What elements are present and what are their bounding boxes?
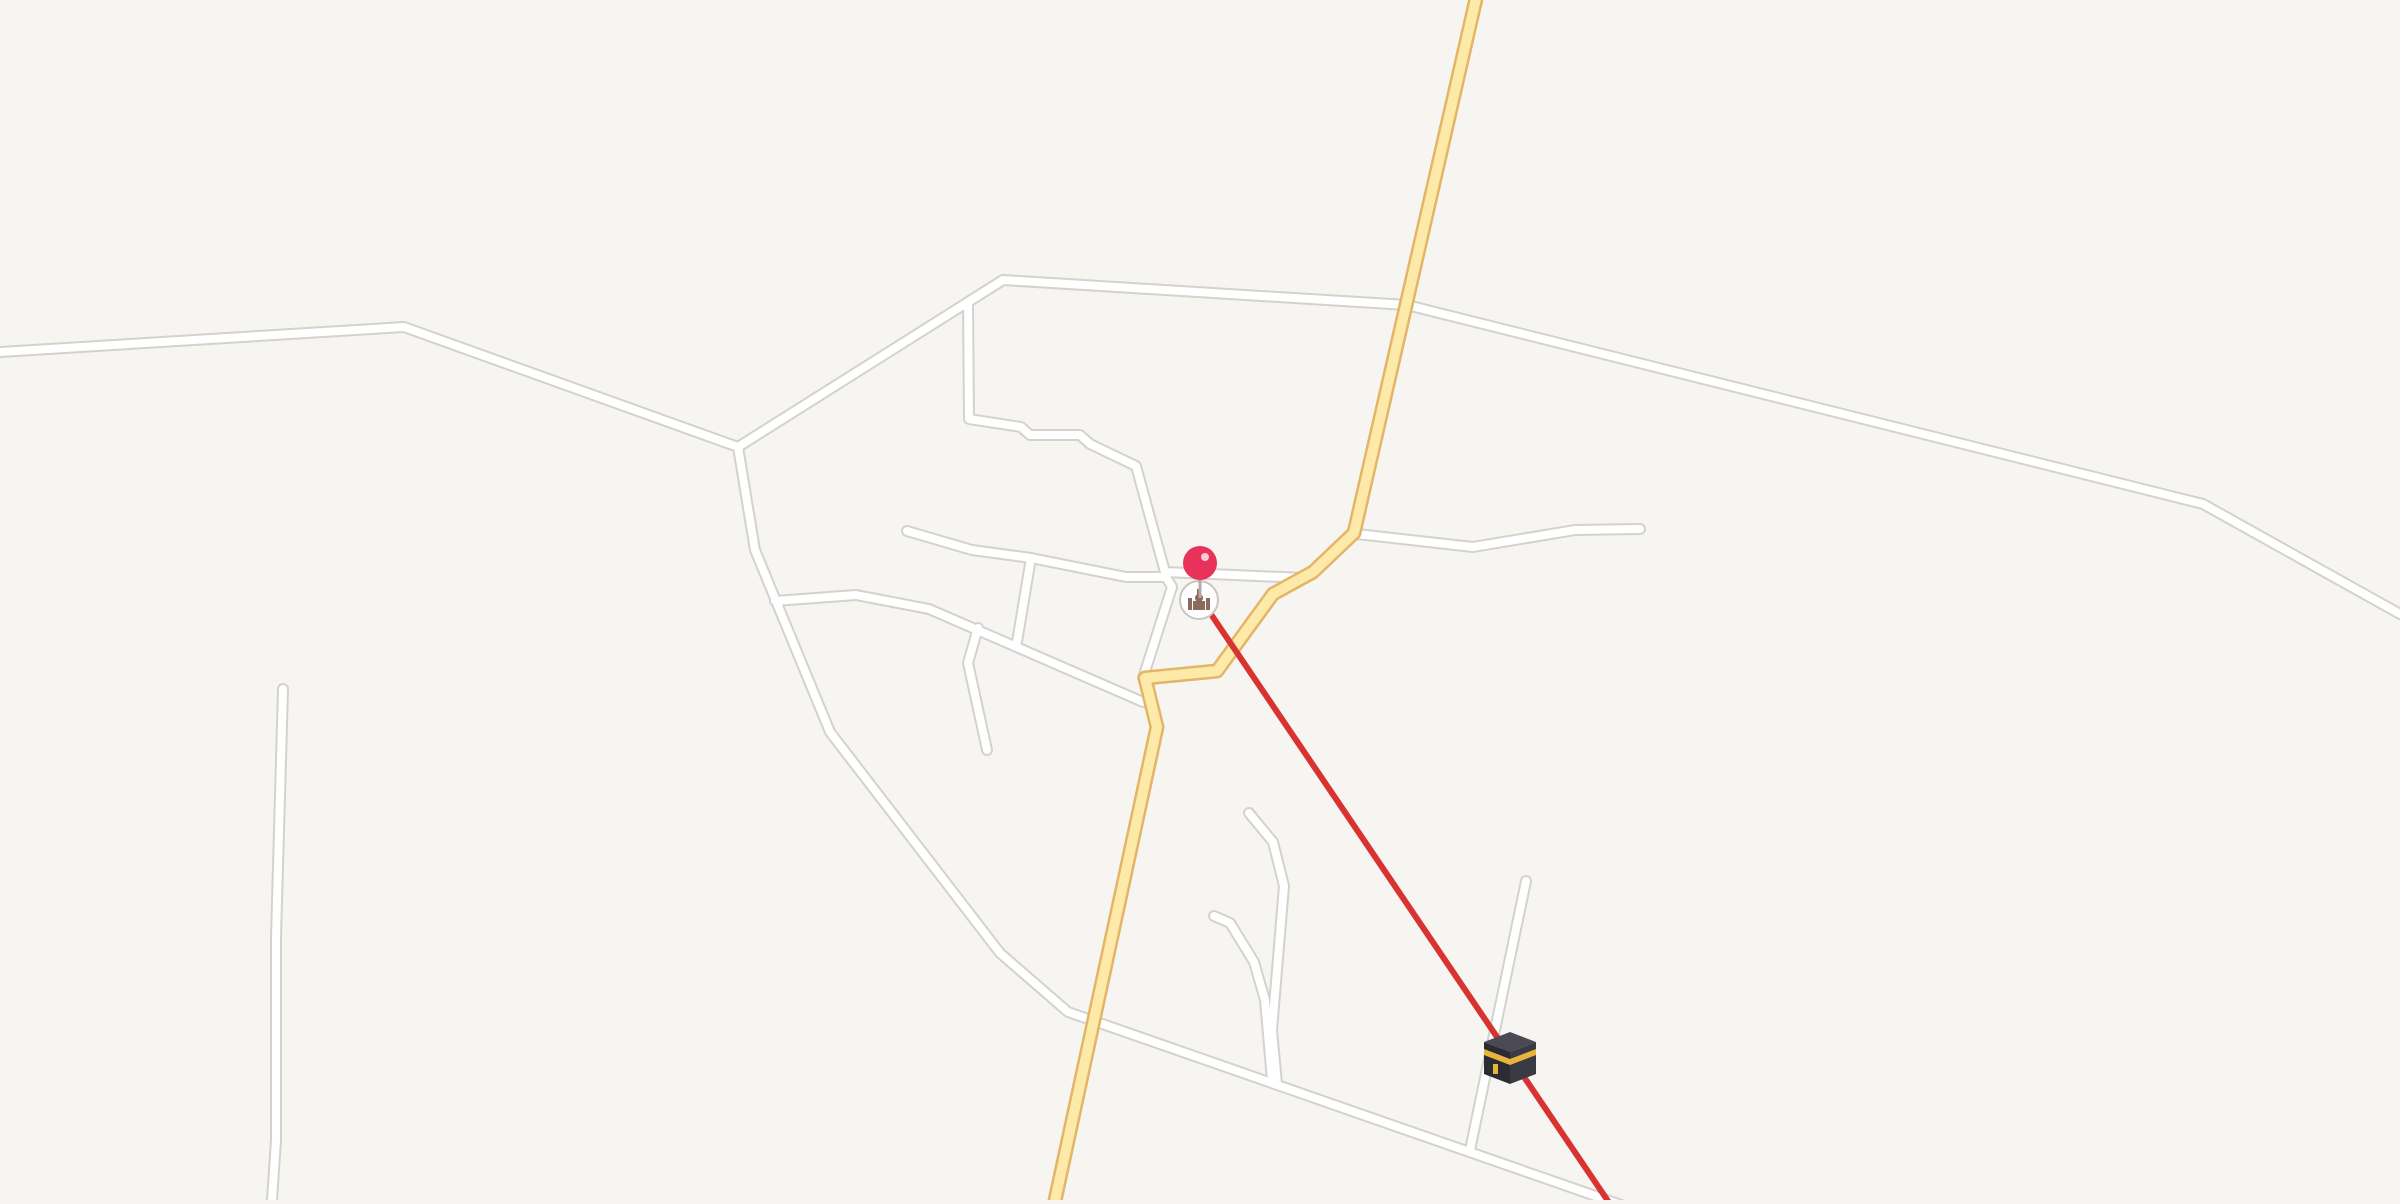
map-canvas[interactable]: [0, 0, 2400, 1204]
location-pin-highlight: [1201, 553, 1209, 561]
kaaba-marker[interactable]: [1484, 1032, 1536, 1084]
red-location-pin-icon: [1183, 546, 1217, 580]
kaaba-icon: [1484, 1032, 1536, 1084]
map-svg[interactable]: [0, 0, 2400, 1204]
